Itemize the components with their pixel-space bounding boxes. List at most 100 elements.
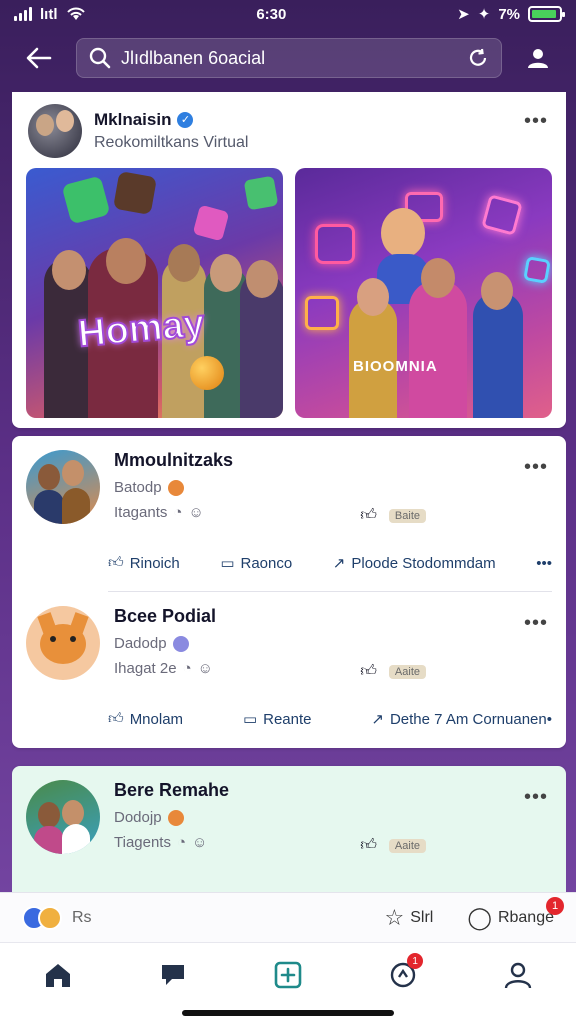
like-label: Mnolam <box>129 710 184 728</box>
comment-action[interactable]: ▭ Raonco <box>220 554 293 573</box>
share-label: Dethe 7 Am Cornuanen• <box>389 710 552 728</box>
like-row: 👍︎ Aaite <box>360 662 426 681</box>
post-actions: 👍︎ Rinoich ▭ Raonco ↗ Ploode Stodommdam ••• <box>108 554 552 572</box>
emoji-icon: ☺ <box>192 834 208 851</box>
post-meta-line: Batodp <box>114 479 233 496</box>
reaction-pill: Aaite <box>388 838 426 853</box>
clock: 6:30 <box>256 5 287 23</box>
reaction-faces[interactable] <box>22 905 62 930</box>
badge-icon <box>172 635 189 652</box>
search-bar[interactable] <box>76 38 502 78</box>
like-label: Rinoich <box>129 554 180 572</box>
nav-profile[interactable] <box>488 955 548 995</box>
nav-notifications[interactable]: 1 <box>373 953 433 995</box>
star-button[interactable]: ☆ Slrl <box>384 905 433 931</box>
post-meta-text: Ihagat 2e <box>114 660 177 677</box>
plus-square-icon <box>274 961 302 989</box>
nav-messages[interactable] <box>143 955 203 995</box>
avatar[interactable] <box>26 606 100 680</box>
post-item[interactable]: Mmoulnitzaks Batodp Itagants ◔ ☺ ••• 👍︎ … <box>12 436 566 592</box>
post-author-name[interactable]: Bere Remahe <box>114 780 229 801</box>
more-actions-button[interactable]: ••• <box>536 555 552 572</box>
emoji-reaction-icon <box>38 905 62 930</box>
post-meta-text: Itagants <box>114 504 168 521</box>
status-left: lıtl <box>14 6 86 23</box>
back-button[interactable] <box>18 37 60 79</box>
badge-icon <box>167 809 184 826</box>
share-action[interactable]: ↗ Ploode Stodommdam <box>332 554 496 573</box>
thumbs-up-icon[interactable]: 👍︎ <box>360 836 377 855</box>
emoji-icon: ◔ <box>176 834 187 851</box>
share-icon: ↗ <box>332 555 346 572</box>
reaction-pill: Baite <box>388 508 426 523</box>
chat-icon <box>161 965 184 985</box>
like-row: 👍︎ Aaite <box>360 836 426 855</box>
post-meta-line: Dodojp <box>114 809 229 826</box>
location-icon: ➤ <box>457 6 470 23</box>
post-meta-line: Dadodp <box>114 635 216 652</box>
comment-label: Raonco <box>240 554 293 572</box>
battery-icon <box>528 6 565 22</box>
reaction-count[interactable]: Rs <box>72 909 92 927</box>
search-input[interactable] <box>121 47 457 69</box>
post-image-gallery: Homay BIOOMNIA <box>26 168 552 418</box>
emoji-icon: ☺ <box>188 504 204 521</box>
verified-icon: ✓ <box>177 112 194 128</box>
post-author-name[interactable]: Mmoulnitzaks <box>114 450 233 471</box>
comment-label: Rbange <box>497 908 554 926</box>
share-label: Ploode Stodommdam <box>351 554 496 572</box>
post-card-bottom[interactable]: Bere Remahe Dodojp Tiagents ◔ ☺ ••• 👍︎ A… <box>12 766 566 892</box>
post-image-left[interactable]: Homay <box>26 168 283 418</box>
like-action[interactable]: 👍︎ Rinoich <box>108 554 180 572</box>
wifi-icon <box>66 7 85 20</box>
emoji-icon: ◔ <box>182 660 192 677</box>
comment-action[interactable]: ▭ Reante <box>242 710 312 729</box>
thumbs-up-icon: 👍︎ <box>108 554 124 571</box>
post-card-featured[interactable]: Mklnaisin ✓ Reokomiltkans Virtual ••• Ho… <box>12 92 566 428</box>
comment-icon: ▭ <box>242 711 258 728</box>
share-action[interactable]: ↗ Dethe 7 Am Cornuanen• <box>371 710 552 729</box>
more-options-button[interactable]: ••• <box>524 110 548 133</box>
avatar[interactable] <box>28 104 82 158</box>
avatar[interactable] <box>26 450 100 524</box>
thumbs-up-icon[interactable]: 👍︎ <box>360 662 377 681</box>
more-options-button[interactable]: ••• <box>524 612 548 635</box>
profile-icon <box>505 962 532 989</box>
post-meta-line: Tiagents ◔ ☺ <box>114 834 229 851</box>
post-item[interactable]: Bcee Podial Dadodp Ihagat 2e ◔ ☺ ••• 👍︎ … <box>12 592 566 748</box>
more-options-button[interactable]: ••• <box>524 456 548 479</box>
post-card-group: Mmoulnitzaks Batodp Itagants ◔ ☺ ••• 👍︎ … <box>12 436 566 748</box>
comment-icon: ▭ <box>220 555 235 572</box>
emoji-icon: ☺ <box>197 660 213 677</box>
reaction-bar: Rs ☆ Slrl ◯ Rbange 1 <box>0 892 576 942</box>
more-options-button[interactable]: ••• <box>524 786 548 809</box>
nav-home[interactable] <box>28 955 88 995</box>
like-action[interactable]: 👍︎ Mnolam <box>108 710 183 728</box>
comment-button[interactable]: ◯ Rbange 1 <box>467 896 564 931</box>
search-icon <box>89 47 111 69</box>
status-right: ➤ ✦ 7% <box>457 5 565 23</box>
thumbs-up-icon: 👍︎ <box>108 710 124 727</box>
post-image-right[interactable]: BIOOMNIA <box>295 168 552 418</box>
profile-button[interactable] <box>518 38 558 78</box>
post-meta-text: Dadodp <box>114 635 167 652</box>
notification-badge: 1 <box>407 953 424 969</box>
star-label: Slrl <box>410 908 434 926</box>
emoji-icon: ◔ <box>173 504 183 521</box>
refresh-icon <box>469 48 487 66</box>
post-author-name[interactable]: Mklnaisin <box>94 110 171 130</box>
status-bar: lıtl 6:30 ➤ ✦ 7% <box>0 0 576 28</box>
comment-bubble-icon: ◯ <box>467 904 492 930</box>
refresh-button[interactable] <box>467 47 489 69</box>
thumbs-up-icon[interactable]: 👍︎ <box>360 506 377 525</box>
feed: Mklnaisin ✓ Reokomiltkans Virtual ••• Ho… <box>12 92 566 892</box>
post-header: Mmoulnitzaks Batodp Itagants ◔ ☺ <box>12 436 566 524</box>
post-meta-text: Dodojp <box>114 809 162 826</box>
nav-create[interactable] <box>258 955 318 995</box>
alarm-icon: ✦ <box>477 6 491 23</box>
avatar[interactable] <box>26 780 100 854</box>
bottom-nav: 1 <box>0 942 576 1024</box>
post-meta-text: Batodp <box>114 479 162 496</box>
like-row: 👍︎ Baite <box>360 506 426 525</box>
post-author-name[interactable]: Bcee Podial <box>114 606 216 627</box>
